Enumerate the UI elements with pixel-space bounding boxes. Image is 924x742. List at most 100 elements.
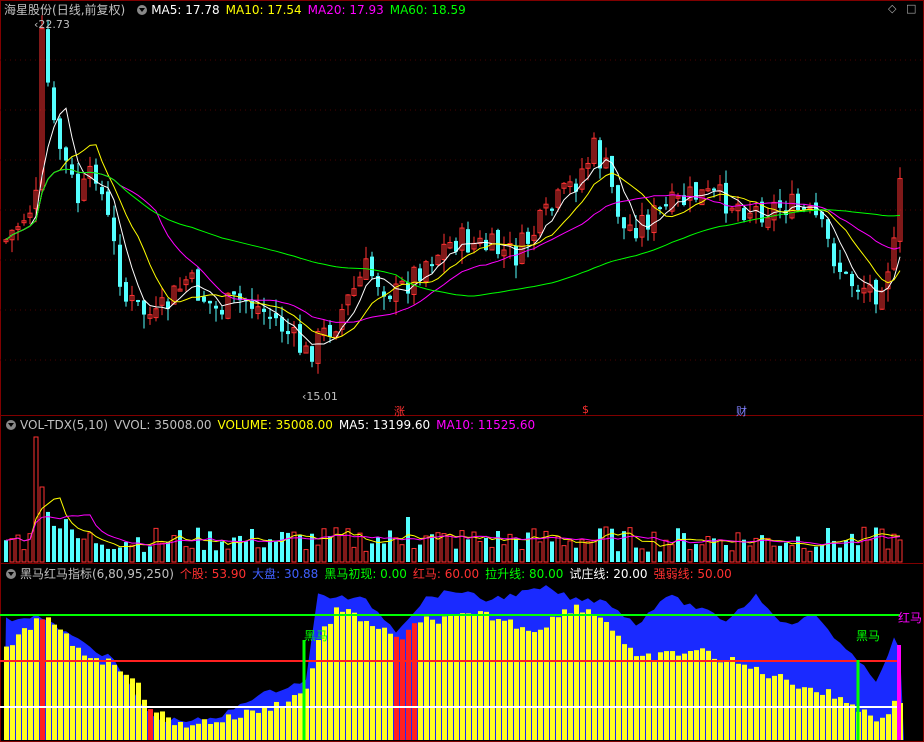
volume-bar <box>526 532 530 562</box>
stock-strength-bar <box>106 658 111 740</box>
volume-bar <box>826 527 830 562</box>
label-item: 个股: 53.90 <box>179 567 247 581</box>
volume-bar <box>639 548 645 563</box>
stock-strength-bar <box>688 650 693 740</box>
candle-body <box>232 291 236 295</box>
stock-strength-bar <box>298 693 303 740</box>
volume-bar <box>214 550 218 562</box>
ma-line <box>5 144 901 339</box>
chevron-down-icon[interactable] <box>137 5 148 15</box>
stock-strength-bar <box>670 651 675 740</box>
candle-body <box>430 264 434 267</box>
volume-bar <box>838 547 842 562</box>
candle-body <box>496 229 500 255</box>
stock-strength-bar <box>196 723 201 740</box>
stock-strength-bar <box>334 607 339 740</box>
candle-body <box>712 188 716 191</box>
signal-label-heima-2: 黑马 <box>856 629 881 643</box>
candle-body <box>106 191 110 215</box>
event-marker-cai[interactable]: 财 <box>736 403 747 419</box>
chevron-down-icon[interactable] <box>6 569 16 579</box>
volume-bar <box>778 545 782 562</box>
square-icon[interactable]: □ <box>906 2 916 15</box>
volume-indicator-name[interactable]: VOL-TDX(5,10) <box>20 418 108 432</box>
stock-strength-bar <box>796 688 801 740</box>
volume-bar <box>717 539 723 563</box>
volume-bar <box>21 549 27 563</box>
candle-body <box>328 324 332 337</box>
volume-bar <box>298 534 302 562</box>
stock-strength-bar <box>244 709 249 740</box>
stock-strength-bar <box>514 628 519 740</box>
indicator-name[interactable]: 黑马红马指标(6,80,95,250) <box>20 567 174 581</box>
volume-bar <box>484 537 488 562</box>
volume-bar <box>742 539 746 562</box>
volume-bar <box>430 534 434 562</box>
stock-strength-bar <box>556 617 561 740</box>
volume-bar <box>735 532 741 563</box>
stock-strength-bar <box>622 644 627 740</box>
candle-body <box>664 204 668 207</box>
ma-labels: MA5: 17.78 MA10: 17.54 MA20: 17.93 MA60: 18… <box>151 3 472 17</box>
event-marker-dollar[interactable]: $ <box>582 403 589 416</box>
candle-body <box>310 346 314 362</box>
volume-bar <box>466 539 470 562</box>
stock-strength-bar <box>154 712 159 740</box>
stock-strength-bar <box>532 632 537 740</box>
volume-bar <box>64 519 68 562</box>
price-candles[interactable] <box>3 15 903 374</box>
stock-name[interactable]: 海星股份 <box>4 3 52 17</box>
candle-body <box>658 207 662 210</box>
candle-body <box>850 273 854 287</box>
candle-body <box>742 208 746 221</box>
volume-bar <box>4 540 8 562</box>
ma-line <box>5 168 901 323</box>
volume-bar <box>393 537 399 563</box>
volume-bar <box>598 528 602 562</box>
stock-strength-bar <box>310 668 315 740</box>
candle-body <box>466 229 470 253</box>
volume-bar <box>153 527 159 563</box>
stock-strength-bar <box>478 611 483 740</box>
stock-strength-bar <box>490 620 495 740</box>
volume-bar <box>861 526 867 563</box>
volume-bar <box>81 538 87 563</box>
stock-strength-bar <box>406 629 411 740</box>
stock-strength-bar <box>136 682 141 740</box>
stock-strength-bar <box>694 650 699 740</box>
volume-bar <box>765 537 771 563</box>
label-item: 拉升线: 80.00 <box>485 567 564 581</box>
volume-bar <box>501 544 507 563</box>
volume-bar <box>585 541 591 563</box>
volume-bar <box>867 539 873 563</box>
candle-body <box>46 29 50 83</box>
stock-strength-bar <box>634 656 639 740</box>
stock-strength-bar <box>742 664 747 740</box>
stock-strength-bar <box>580 612 585 740</box>
chevron-down-icon[interactable] <box>6 420 16 430</box>
stock-strength-bar <box>262 706 267 740</box>
candle-body <box>844 271 848 274</box>
stock-strength-bar <box>868 715 873 740</box>
volume-bar <box>87 532 93 563</box>
candle-body <box>64 147 68 161</box>
stock-strength-bar <box>460 613 465 740</box>
stock-strength-bar <box>568 613 573 740</box>
candle-body <box>370 256 374 277</box>
candle-body <box>136 300 140 303</box>
candle-body <box>214 305 218 309</box>
diamond-icon[interactable]: ◇ <box>888 2 896 15</box>
candle-body <box>208 300 212 304</box>
volume-bar <box>183 546 189 563</box>
candle-body <box>262 308 266 312</box>
stock-strength-bar <box>148 709 153 740</box>
candle-body <box>142 300 146 315</box>
stock-strength-bar <box>22 628 27 740</box>
volume-bar <box>220 541 224 562</box>
signal-label-heima-1: 黑马 <box>304 629 329 643</box>
candle-body <box>124 282 128 302</box>
stock-strength-bar <box>442 616 447 740</box>
label-item: 大盘: 30.88 <box>252 567 319 581</box>
volume-bar <box>663 539 669 563</box>
indicator-bars[interactable] <box>4 585 904 740</box>
